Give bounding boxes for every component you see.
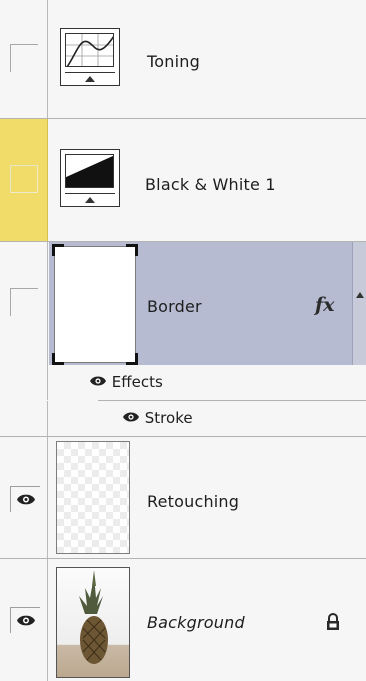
pineapple-photo-thumbnail [56, 567, 130, 678]
stroke-label: Stroke [144, 409, 193, 427]
visibility-off-box [10, 165, 38, 193]
layer-main-area: Background [49, 559, 366, 681]
layer-name-toning: Toning [147, 52, 200, 71]
layer-name-background: Background [147, 613, 245, 632]
eye-icon [16, 615, 35, 626]
layer-name-retouching: Retouching [147, 492, 240, 511]
effects-content: Effects [49, 365, 366, 400]
stroke-item[interactable]: Stroke [122, 409, 193, 427]
effects-item[interactable]: Effects [89, 373, 163, 391]
layer-name-black-white: Black & White 1 [145, 175, 276, 194]
layer-main-area: Retouching [49, 437, 366, 558]
visibility-toggle[interactable] [0, 242, 48, 365]
visibility-toggle[interactable] [0, 0, 48, 118]
stroke-content: Stroke [49, 401, 366, 436]
visibility-off-box [10, 44, 38, 72]
black-white-adjustment-icon [60, 149, 120, 207]
stroke-row[interactable]: Stroke [0, 401, 366, 436]
lock-icon [327, 613, 339, 630]
visibility-on-box [10, 486, 40, 512]
layer-row-toning[interactable]: Toning [0, 0, 366, 118]
eye-icon[interactable] [122, 411, 140, 423]
visibility-toggle[interactable] [0, 119, 48, 241]
visibility-column [0, 401, 48, 436]
curves-adjustment-icon [60, 28, 120, 86]
white-border-thumbnail [52, 244, 138, 365]
scroll-up-arrow-icon[interactable] [356, 292, 364, 298]
layer-effects-fx-icon[interactable]: fx [315, 294, 335, 316]
eye-icon [16, 494, 35, 505]
visibility-on-box [10, 607, 40, 633]
layer-main-area: Black & White 1 [49, 119, 366, 241]
layer-name-border: Border [147, 297, 202, 316]
transparent-checker-thumbnail [56, 441, 130, 554]
layer-row-black-white[interactable]: Black & White 1 [0, 119, 366, 241]
layers-panel: Toning Black & White 1 Border fx Effects… [0, 0, 366, 681]
effects-label: Effects [111, 373, 163, 391]
layer-main-area: Toning [49, 0, 366, 118]
layer-row-background[interactable]: Background [0, 559, 366, 681]
layer-row-retouching[interactable]: Retouching [0, 437, 366, 558]
visibility-toggle[interactable] [0, 437, 48, 558]
visibility-off-box [10, 288, 38, 316]
visibility-column [0, 365, 48, 400]
visibility-toggle[interactable] [0, 559, 48, 681]
layer-main-area: Border fx [49, 242, 366, 365]
layer-row-border[interactable]: Border fx [0, 242, 366, 365]
effects-row[interactable]: Effects [0, 365, 366, 400]
pineapple-icon [79, 570, 108, 664]
scrollbar[interactable] [352, 242, 366, 365]
eye-icon[interactable] [89, 375, 107, 387]
